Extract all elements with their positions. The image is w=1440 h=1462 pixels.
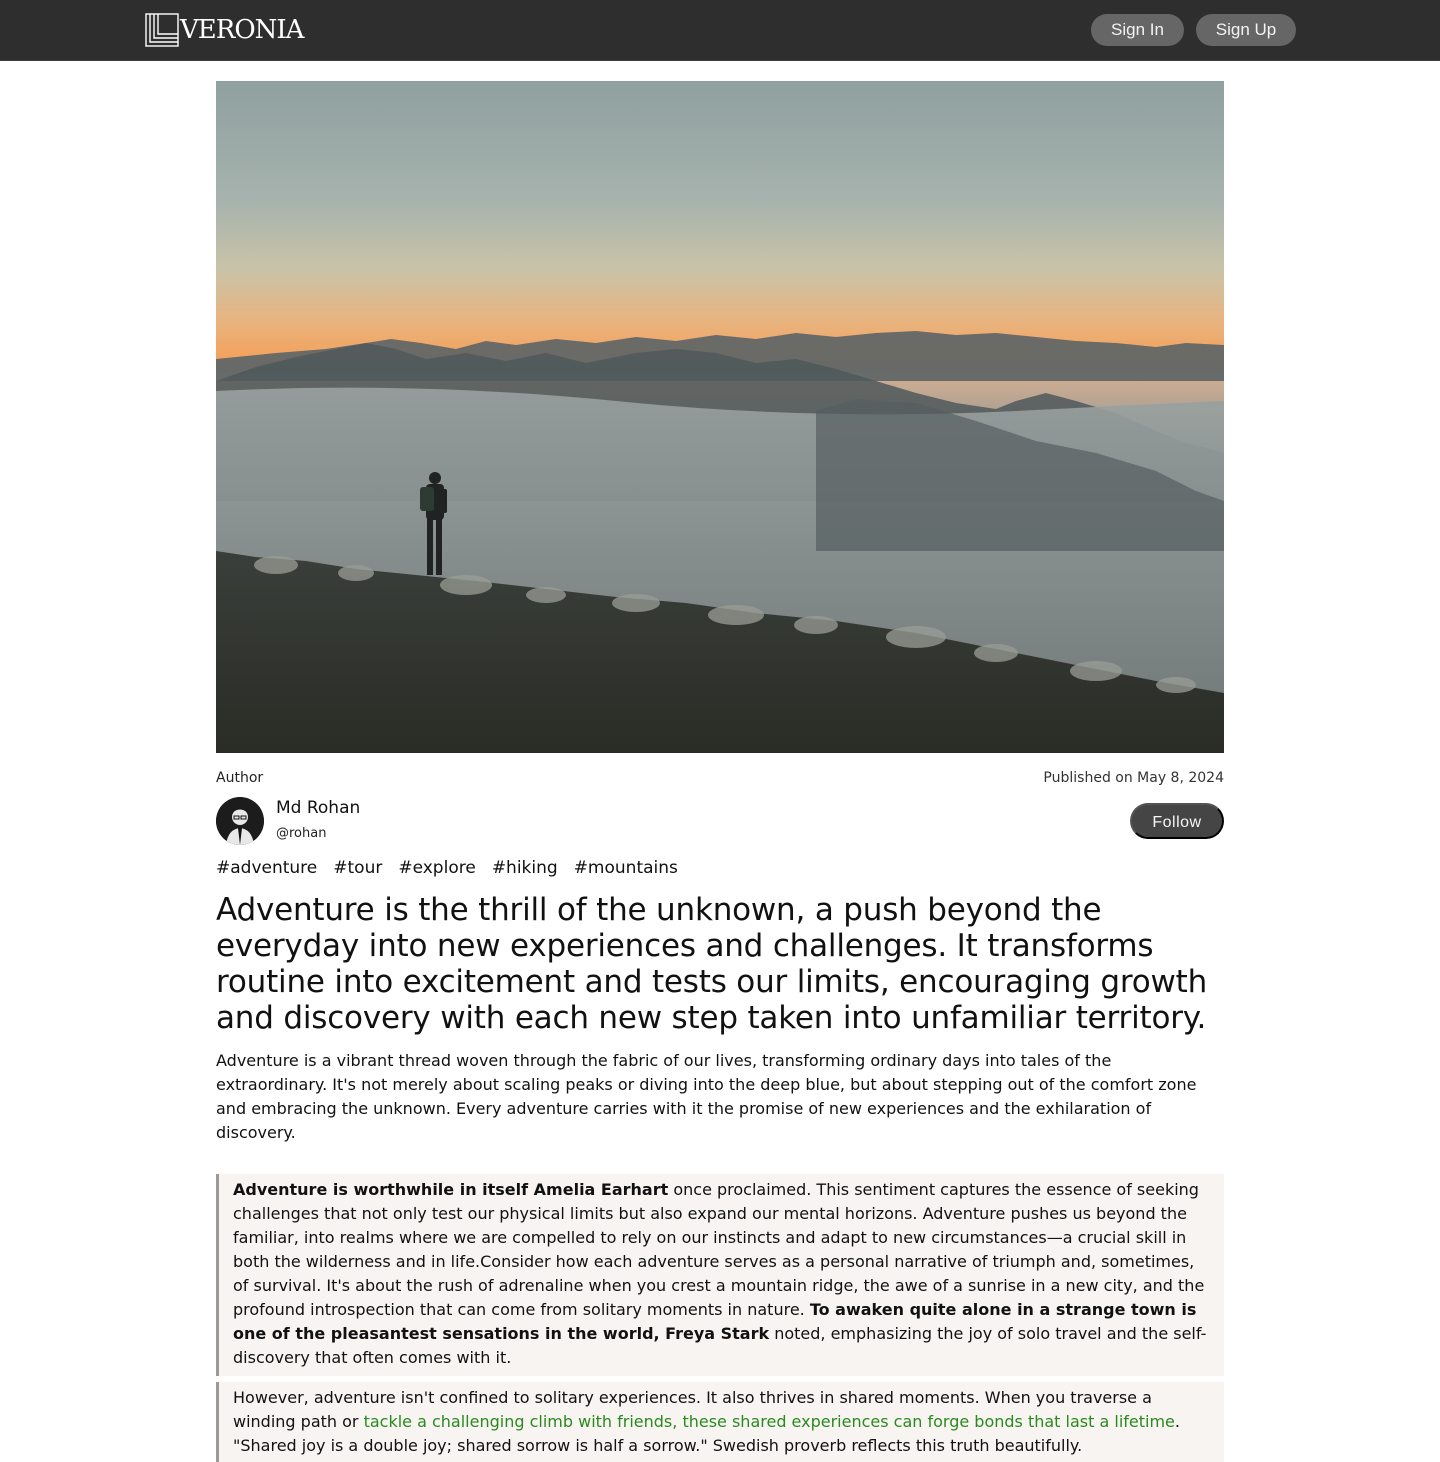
blockquote-1: Adventure is worthwhile in itself Amelia… xyxy=(216,1174,1224,1376)
article-intro: Adventure is a vibrant thread woven thro… xyxy=(216,1051,1197,1142)
quote2-link[interactable]: tackle a challenging climb with friends,… xyxy=(364,1412,1175,1431)
author-handle: @rohan xyxy=(276,826,327,841)
tag-list: #adventure #tour #explore #hiking #mount… xyxy=(216,858,678,878)
quote-bold-amelia: Adventure is worthwhile in itself Amelia… xyxy=(233,1180,669,1199)
tag-mountains[interactable]: #mountains xyxy=(574,858,678,878)
hero-image xyxy=(216,81,1224,753)
hiker-mountain-photo-icon xyxy=(216,81,1224,753)
top-navbar: VERONIA Sign In Sign Up xyxy=(0,0,1440,61)
quote-text-1: once proclaimed. This sentiment captures… xyxy=(233,1180,1205,1319)
tag-tour[interactable]: #tour xyxy=(333,858,382,878)
brand-logo[interactable]: VERONIA xyxy=(145,13,304,47)
sign-up-button[interactable]: Sign Up xyxy=(1196,14,1296,46)
logo-icon xyxy=(145,13,179,47)
article-headline: Adventure is the thrill of the unknown, … xyxy=(216,892,1208,1036)
published-date: Published on May 8, 2024 xyxy=(1043,770,1224,786)
avatar[interactable] xyxy=(216,797,264,845)
follow-button[interactable]: Follow xyxy=(1130,803,1224,839)
tag-explore[interactable]: #explore xyxy=(398,858,475,878)
sign-in-button[interactable]: Sign In xyxy=(1091,14,1184,46)
author-name[interactable]: Md Rohan xyxy=(276,798,360,818)
tag-hiking[interactable]: #hiking xyxy=(492,858,558,878)
brand-name: VERONIA xyxy=(180,15,304,45)
author-label: Author xyxy=(216,770,264,786)
user-avatar-icon xyxy=(216,797,264,845)
tag-adventure[interactable]: #adventure xyxy=(216,858,317,878)
blockquote-2: However, adventure isn't confined to sol… xyxy=(216,1382,1224,1462)
